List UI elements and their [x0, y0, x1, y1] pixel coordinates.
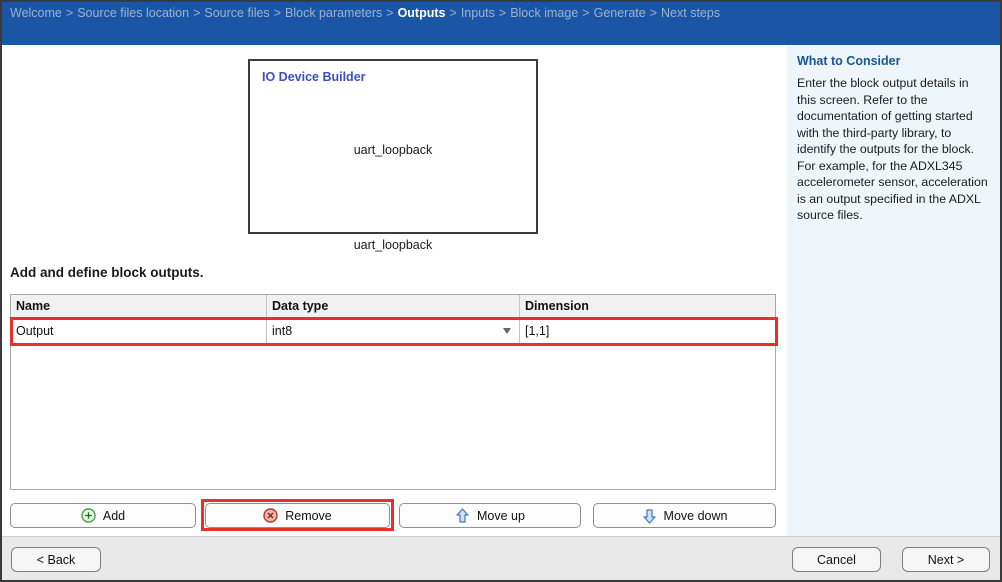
breadcrumb-separator: >: [649, 6, 658, 20]
cancel-button[interactable]: Cancel: [792, 547, 881, 572]
move-down-button[interactable]: Move down: [593, 503, 776, 528]
wizard-header: Welcome > Source files location > Source fil…: [2, 2, 1000, 45]
breadcrumb-welcome[interactable]: Welcome: [10, 6, 62, 20]
next-button[interactable]: Next >: [902, 547, 990, 572]
breadcrumb-generate[interactable]: Generate: [594, 6, 646, 20]
column-header-data-type: Data type: [267, 295, 520, 318]
breadcrumb-separator: >: [386, 6, 394, 20]
breadcrumb-separator: >: [65, 6, 74, 20]
output-name-cell[interactable]: Output: [11, 319, 267, 343]
data-type-dropdown[interactable]: int8: [267, 319, 520, 343]
block-preview: IO Device Builder uart_loopback: [248, 59, 538, 234]
sidebar-body-text: Enter the block output details in this s…: [797, 76, 988, 222]
add-button[interactable]: Add: [10, 503, 196, 528]
block-caption: uart_loopback: [353, 238, 433, 252]
page-instruction: Add and define block outputs.: [10, 265, 204, 280]
back-button[interactable]: < Back: [11, 547, 101, 572]
block-preview-label: uart_loopback: [353, 143, 433, 157]
data-type-value: int8: [272, 324, 293, 338]
block-preview-title: IO Device Builder: [262, 70, 366, 84]
io-device-builder-window: Welcome > Source files location > Source fil…: [0, 0, 1002, 582]
breadcrumb-separator: >: [582, 6, 590, 20]
column-header-name: Name: [11, 295, 267, 318]
dimension-cell[interactable]: [1,1]: [520, 319, 775, 343]
breadcrumb-outputs-current[interactable]: Outputs: [398, 6, 446, 20]
breadcrumb-separator: >: [273, 6, 281, 20]
breadcrumb-block-image[interactable]: Block image: [510, 6, 578, 20]
outputs-table: Name Data type Dimension Output int8 [1,…: [10, 294, 776, 490]
column-header-dimension: Dimension: [525, 299, 589, 313]
footer-bar: < Back Cancel Next >: [2, 536, 1000, 580]
remove-icon: [263, 508, 278, 523]
breadcrumb-inputs[interactable]: Inputs: [461, 6, 495, 20]
breadcrumb-separator: >: [449, 6, 457, 20]
chevron-down-icon[interactable]: [503, 328, 511, 334]
sidebar-title: What to Consider: [797, 54, 901, 68]
breadcrumb: Welcome > Source files location > Source fil…: [10, 6, 720, 20]
move-down-button-label: Move down: [663, 508, 728, 523]
add-icon: [81, 508, 96, 523]
remove-button-label: Remove: [285, 508, 332, 523]
arrow-up-icon: [456, 507, 469, 523]
table-row[interactable]: Output int8 [1,1]: [11, 319, 775, 344]
breadcrumb-separator: >: [193, 6, 201, 20]
arrow-down-icon: [642, 508, 656, 524]
outputs-table-header: Name Data type Dimension: [11, 295, 775, 319]
breadcrumb-separator: >: [498, 6, 507, 20]
add-button-label: Add: [102, 508, 126, 523]
remove-button[interactable]: Remove: [205, 503, 390, 528]
breadcrumb-block-parameters[interactable]: Block parameters: [285, 6, 382, 20]
breadcrumb-next-steps[interactable]: Next steps: [661, 6, 720, 20]
move-up-button[interactable]: Move up: [399, 503, 581, 528]
help-sidebar: What to Consider Enter the block output …: [787, 45, 1000, 536]
breadcrumb-source-files-location[interactable]: Source files location: [77, 6, 189, 20]
breadcrumb-source-files[interactable]: Source files: [204, 6, 269, 20]
move-up-button-label: Move up: [477, 508, 525, 523]
